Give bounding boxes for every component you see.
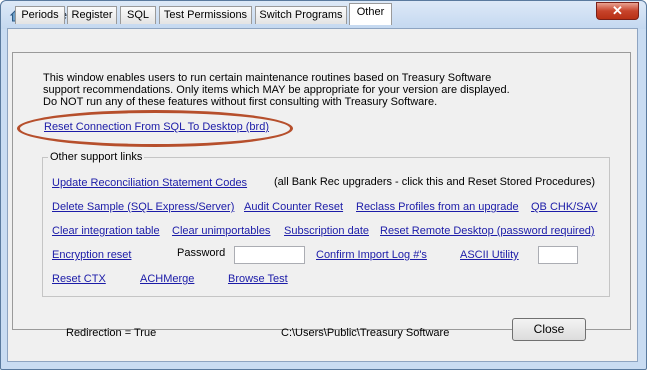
confirm-import-log-link[interactable]: Confirm Import Log #'s [316, 249, 427, 261]
group-label: Other support links [48, 151, 145, 163]
update-reconciliation-link[interactable]: Update Reconciliation Statement Codes [52, 177, 247, 189]
close-window-button[interactable]: ✕ [596, 2, 639, 20]
achmerge-link[interactable]: ACHMerge [140, 273, 194, 285]
redirection-status: Redirection = True [66, 327, 157, 339]
qb-chk-sav-link[interactable]: QB CHK/SAV [531, 201, 597, 213]
password-field[interactable] [234, 246, 305, 264]
ascii-field[interactable] [538, 246, 578, 264]
clear-unimportables-link[interactable]: Clear unimportables [172, 225, 270, 237]
clear-integration-link[interactable]: Clear integration table [52, 225, 160, 237]
close-button[interactable]: Close [512, 318, 586, 341]
update-note: (all Bank Rec upgraders - click this and… [274, 176, 595, 188]
reset-remote-desktop-link[interactable]: Reset Remote Desktop (password required) [380, 225, 595, 237]
reclass-profiles-link[interactable]: Reclass Profiles from an upgrade [356, 201, 519, 213]
tab-other[interactable]: Other [349, 3, 392, 25]
ascii-utility-link[interactable]: ASCII Utility [460, 249, 519, 261]
highlight-ellipse [17, 110, 293, 147]
tab-switch-programs[interactable]: Switch Programs [255, 6, 347, 24]
install-path: C:\Users\Public\Treasury Software [281, 327, 450, 339]
encryption-reset-link[interactable]: Encryption reset [52, 249, 131, 261]
tab-register[interactable]: Register [67, 6, 117, 24]
reset-ctx-link[interactable]: Reset CTX [52, 273, 106, 285]
intro-text: This window enables users to run certain… [43, 72, 510, 108]
tab-test-permissions[interactable]: Test Permissions [159, 6, 252, 24]
tab-sql[interactable]: SQL [120, 6, 156, 24]
password-label: Password [177, 247, 226, 259]
delete-sample-link[interactable]: Delete Sample (SQL Express/Server) [52, 201, 234, 213]
browse-test-link[interactable]: Browse Test [228, 273, 288, 285]
subscription-date-link[interactable]: Subscription date [284, 225, 369, 237]
tab-periods[interactable]: Periods [15, 6, 65, 24]
audit-counter-reset-link[interactable]: Audit Counter Reset [244, 201, 343, 213]
close-icon: ✕ [612, 3, 623, 18]
